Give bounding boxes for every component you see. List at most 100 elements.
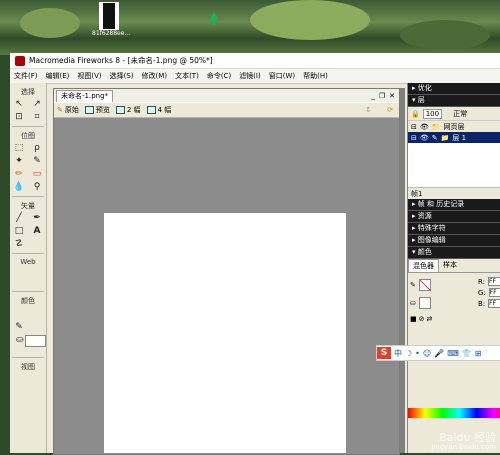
- document-tab-bar: 未命名-1.png* _ ❐ ✕: [54, 89, 399, 102]
- no-color-icon[interactable]: ⊘: [419, 315, 425, 323]
- grid-icon[interactable]: ⊞: [475, 349, 482, 358]
- pencil-icon: ✎: [57, 106, 63, 114]
- watermark-site: Baidu 经验: [439, 431, 496, 445]
- menu-edit[interactable]: 编辑(E): [42, 71, 74, 81]
- color-spectrum[interactable]: [408, 408, 500, 418]
- eye-icon[interactable]: 👁: [420, 123, 429, 131]
- ime-chinese-mode[interactable]: 中: [394, 348, 402, 359]
- layer-options-bar: 🔒 100 正常: [408, 107, 500, 121]
- keyboard-icon[interactable]: ⌨: [447, 349, 459, 358]
- assets-panel-header[interactable]: ▸ 资源: [408, 211, 500, 223]
- frames-history-panel-header[interactable]: ▸ 帧 和 历史记录: [408, 199, 500, 211]
- menu-help[interactable]: 帮助(H): [299, 71, 332, 81]
- b-field[interactable]: FF: [488, 299, 500, 308]
- layer-1-label: 层 1: [452, 133, 467, 142]
- tools-section-bitmap: 位图: [21, 132, 35, 140]
- r-label: R:: [478, 277, 486, 286]
- desktop-leaf: [250, 0, 370, 40]
- colors-panel-header[interactable]: ▾ 颜色: [408, 247, 500, 259]
- menu-filters[interactable]: 滤镜(I): [235, 71, 265, 81]
- crop-tool-icon[interactable]: ⌗: [31, 112, 43, 123]
- minimize-doc-icon[interactable]: _: [371, 92, 375, 100]
- original-view-button[interactable]: ✎ 原始: [54, 105, 82, 115]
- watermark-url: jingyan.baidu.com: [431, 442, 496, 451]
- layer-expand-icon[interactable]: ⊟: [411, 123, 417, 131]
- tab-swatches[interactable]: 样本: [439, 259, 461, 272]
- folder-icon: 📁: [440, 133, 450, 142]
- tools-section-select: 选择: [21, 88, 35, 96]
- default-colors-icon[interactable]: ■: [410, 315, 417, 323]
- canvas[interactable]: [104, 213, 346, 453]
- magic-wand-tool-icon[interactable]: ✦: [13, 156, 25, 167]
- eye-icon[interactable]: 👁: [420, 134, 429, 142]
- opacity-field[interactable]: 100: [422, 108, 443, 119]
- tab-mixer[interactable]: 混色器: [408, 259, 439, 272]
- quick-export-icon[interactable]: ⟳: [387, 106, 393, 114]
- pencil-tool-icon[interactable]: ✏: [13, 169, 25, 180]
- layer-1-row[interactable]: ⊟ 👁 ✎ 📁 层 1: [408, 132, 500, 143]
- stroke-swatch[interactable]: [418, 279, 431, 291]
- menu-text[interactable]: 文本(T): [171, 71, 203, 81]
- image-editing-panel-header[interactable]: ▸ 图像编辑: [408, 235, 500, 247]
- optimize-panel-header[interactable]: ▸ 优化: [408, 83, 500, 95]
- baidu-watermark: Baidu 经验 jingyan.baidu.com: [431, 432, 496, 451]
- menu-select[interactable]: 选择(S): [106, 71, 138, 81]
- pen-tool-icon[interactable]: ✒: [31, 213, 43, 224]
- emoji-icon[interactable]: ☺: [423, 349, 431, 358]
- layer-expand-icon[interactable]: ⊟: [411, 134, 417, 142]
- fill-swatch[interactable]: [418, 297, 431, 309]
- brush-tool-icon[interactable]: ✎: [31, 156, 43, 167]
- view-toolbar: ✎ 原始 预览 2 幅 4 幅 ⇩ ⟳: [54, 102, 399, 118]
- subselect-tool-icon[interactable]: ↗: [31, 99, 43, 110]
- stroke-color-icon[interactable]: ✎: [13, 322, 25, 333]
- menu-file[interactable]: 文件(F): [10, 71, 42, 81]
- r-field[interactable]: FF: [488, 277, 500, 286]
- eraser-tool-icon[interactable]: ▭: [31, 169, 43, 180]
- blur-tool-icon[interactable]: 💧: [13, 182, 25, 193]
- preview-view-button[interactable]: 预览: [82, 105, 113, 115]
- swap-colors-icon[interactable]: ⇄: [427, 315, 433, 323]
- fill-color-icon[interactable]: ⛀: [14, 335, 25, 346]
- text-tool-icon[interactable]: A: [31, 226, 43, 237]
- frame-row: 帧1 ⊞: [408, 187, 500, 199]
- layers-panel: 🔒 100 正常 ⊟ 👁 📁 网页层 ⊟ 👁 ✎ 📁 层 1 帧1 ⊞: [408, 107, 500, 199]
- close-doc-icon[interactable]: ✕: [389, 92, 395, 100]
- two-up-view-button[interactable]: 2 幅: [113, 105, 144, 115]
- document-tab[interactable]: 未命名-1.png*: [56, 89, 114, 102]
- shirt-icon[interactable]: 👕: [462, 349, 472, 358]
- menu-view[interactable]: 视图(V): [73, 71, 105, 81]
- colors-tabs: 混色器 样本: [408, 259, 500, 273]
- lasso-tool-icon[interactable]: ρ: [31, 143, 43, 154]
- four-up-view-button[interactable]: 4 幅: [144, 105, 175, 115]
- line-tool-icon[interactable]: ╱: [13, 213, 25, 224]
- tools-panel: 选择 ↖ ↗ ⊡ ⌗ 位图 ⬚ ρ ✦ ✎ ✏ ▭ 💧 ⚲ 矢量 ╱ ✒ □ A ☡ Web 颜…: [10, 83, 47, 453]
- fill-color-swatch[interactable]: [25, 335, 46, 347]
- pointer-tool-icon[interactable]: ↖: [13, 99, 25, 110]
- moon-icon[interactable]: ☽: [405, 349, 412, 358]
- rubber-stamp-tool-icon[interactable]: ⚲: [31, 182, 43, 193]
- menu-modify[interactable]: 修改(M): [138, 71, 172, 81]
- stroke-color-icon: ✎: [410, 281, 416, 289]
- special-chars-panel-header[interactable]: ▸ 特殊字符: [408, 223, 500, 235]
- g-field[interactable]: FF: [488, 288, 500, 297]
- sogou-logo[interactable]: S: [377, 347, 391, 359]
- layers-panel-header[interactable]: ▾ 层: [408, 95, 500, 107]
- blend-mode-select[interactable]: 正常: [453, 109, 467, 119]
- export-icon[interactable]: ⇩: [365, 106, 371, 114]
- desktop-file[interactable]: 81f6288ee...: [92, 2, 130, 37]
- canvas-area: [54, 118, 399, 454]
- marquee-tool-icon[interactable]: ⬚: [13, 143, 25, 154]
- web-layer-row[interactable]: ⊟ 👁 📁 网页层: [408, 121, 500, 132]
- menu-bar: 文件(F) 编辑(E) 视图(V) 选择(S) 修改(M) 文本(T) 命令(C…: [10, 69, 500, 84]
- freeform-tool-icon[interactable]: ☡: [13, 239, 25, 250]
- punctuation-icon[interactable]: •: [415, 349, 420, 358]
- tools-section-web: Web: [20, 258, 36, 266]
- menu-window[interactable]: 窗口(W): [265, 71, 299, 81]
- rectangle-tool-icon[interactable]: □: [13, 226, 25, 237]
- restore-doc-icon[interactable]: ❐: [379, 92, 385, 100]
- scale-tool-icon[interactable]: ⊡: [13, 112, 25, 123]
- mic-icon[interactable]: 🎤: [434, 349, 444, 358]
- menu-commands[interactable]: 命令(C): [203, 71, 235, 81]
- pencil-icon: ✎: [431, 133, 438, 142]
- frame-label[interactable]: 帧1: [411, 189, 422, 199]
